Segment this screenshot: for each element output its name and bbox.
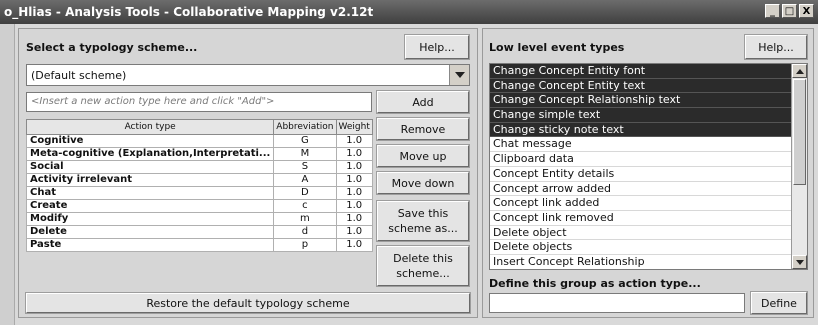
abbreviation-cell[interactable]: m xyxy=(273,212,337,226)
typology-heading: Select a typology scheme... xyxy=(26,41,198,54)
weight-cell[interactable]: 1.0 xyxy=(335,212,373,226)
action-type-cell[interactable]: Activity irrelevant xyxy=(25,173,275,187)
list-item[interactable]: Concept link removed xyxy=(490,211,791,226)
column-header-action-type[interactable]: Action type xyxy=(25,119,275,135)
list-item[interactable]: Concept arrow added xyxy=(490,182,791,197)
abbreviation-cell[interactable]: D xyxy=(273,186,337,200)
table-row[interactable]: Activity irrelevant A 1.0 xyxy=(25,173,373,187)
minimize-button[interactable]: _ xyxy=(765,4,780,18)
action-type-cell[interactable]: Modify xyxy=(25,212,275,226)
define-action-type-input[interactable] xyxy=(489,293,745,313)
list-item[interactable]: Chat message xyxy=(490,137,791,153)
list-item[interactable]: Clipboard data xyxy=(490,152,791,167)
list-item[interactable]: Change Concept Entity font xyxy=(490,64,791,79)
title-bar: o_Hlias - Analysis Tools - Collaborative… xyxy=(0,0,818,24)
typology-panel: Select a typology scheme... Help... (Def… xyxy=(18,28,478,318)
list-item[interactable]: Delete objects xyxy=(490,240,791,255)
action-type-cell[interactable]: Social xyxy=(25,160,275,174)
list-item[interactable]: Insert Concept Relationship xyxy=(490,255,791,269)
new-action-input[interactable]: <Insert a new action type here and click… xyxy=(26,92,372,112)
define-group-heading: Define this group as action type... xyxy=(489,277,701,290)
action-type-cell[interactable]: Delete xyxy=(25,225,275,239)
action-type-cell[interactable]: Paste xyxy=(25,238,275,252)
scroll-down-icon[interactable] xyxy=(792,255,807,269)
table-row[interactable]: Chat D 1.0 xyxy=(25,186,373,200)
list-item[interactable]: Concept Entity details xyxy=(490,167,791,182)
action-types-table: Action type Abbreviation Weight Cognitiv… xyxy=(25,119,373,252)
abbreviation-cell[interactable]: G xyxy=(273,134,337,148)
weight-cell[interactable]: 1.0 xyxy=(335,199,373,213)
event-types-help-button[interactable]: Help... xyxy=(744,34,808,60)
weight-cell[interactable]: 1.0 xyxy=(335,160,373,174)
restore-default-scheme-button[interactable]: Restore the default typology scheme xyxy=(25,292,471,314)
column-header-weight[interactable]: Weight xyxy=(335,119,373,135)
table-row[interactable]: Cognitive G 1.0 xyxy=(25,134,373,148)
list-item[interactable]: Change sticky note text xyxy=(490,122,791,138)
weight-cell[interactable]: 1.0 xyxy=(335,225,373,239)
list-item[interactable]: Change simple text xyxy=(490,108,791,123)
abbreviation-cell[interactable]: c xyxy=(273,199,337,213)
table-row[interactable]: Delete d 1.0 xyxy=(25,225,373,239)
list-item[interactable]: Change Concept Relationship text xyxy=(490,93,791,109)
list-item[interactable]: Delete object xyxy=(490,226,791,241)
list-item[interactable]: Change Concept Entity text xyxy=(490,78,791,94)
weight-cell[interactable]: 1.0 xyxy=(335,173,373,187)
table-row[interactable]: Create c 1.0 xyxy=(25,199,373,213)
application-window: o_Hlias - Analysis Tools - Collaborative… xyxy=(0,0,818,325)
typology-help-button[interactable]: Help... xyxy=(404,34,470,60)
abbreviation-cell[interactable]: p xyxy=(273,238,337,252)
action-type-cell[interactable]: Cognitive xyxy=(25,134,275,148)
event-types-list[interactable]: Change Concept Entity font Change Concept… xyxy=(489,63,808,270)
table-row[interactable]: Social S 1.0 xyxy=(25,160,373,174)
action-type-cell[interactable]: Create xyxy=(25,199,275,213)
event-list-scrollbar[interactable] xyxy=(791,64,807,269)
scheme-select[interactable]: (Default scheme) xyxy=(26,64,470,86)
delete-scheme-button[interactable]: Delete this scheme... xyxy=(376,245,470,287)
event-types-heading: Low level event types xyxy=(489,41,625,54)
chevron-down-icon[interactable] xyxy=(449,65,469,85)
move-down-button[interactable]: Move down xyxy=(376,171,470,195)
scroll-up-icon[interactable] xyxy=(792,64,807,78)
close-button[interactable]: X xyxy=(799,4,814,18)
action-type-cell[interactable]: Meta-cognitive (Explanation,Interpretati… xyxy=(25,147,275,161)
weight-cell[interactable]: 1.0 xyxy=(335,238,373,252)
table-row[interactable]: Paste p 1.0 xyxy=(25,238,373,252)
window-title: o_Hlias - Analysis Tools - Collaborative… xyxy=(4,5,374,19)
weight-cell[interactable]: 1.0 xyxy=(335,186,373,200)
scheme-select-value: (Default scheme) xyxy=(31,69,127,82)
remove-button[interactable]: Remove xyxy=(376,117,470,141)
column-header-abbreviation[interactable]: Abbreviation xyxy=(273,119,337,135)
action-type-cell[interactable]: Chat xyxy=(25,186,275,200)
define-button[interactable]: Define xyxy=(750,291,808,315)
move-up-button[interactable]: Move up xyxy=(376,144,470,168)
weight-cell[interactable]: 1.0 xyxy=(335,147,373,161)
abbreviation-cell[interactable]: S xyxy=(273,160,337,174)
maximize-button[interactable]: □ xyxy=(782,4,797,18)
scroll-thumb[interactable] xyxy=(793,79,806,185)
table-row[interactable]: Meta-cognitive (Explanation,Interpretati… xyxy=(25,147,373,161)
abbreviation-cell[interactable]: d xyxy=(273,225,337,239)
left-edge-strip xyxy=(0,24,15,325)
abbreviation-cell[interactable]: A xyxy=(273,173,337,187)
table-row[interactable]: Modify m 1.0 xyxy=(25,212,373,226)
list-item[interactable]: Concept link added xyxy=(490,196,791,211)
abbreviation-cell[interactable]: M xyxy=(273,147,337,161)
event-types-panel: Low level event types Help... Change Con… xyxy=(482,28,814,318)
add-button[interactable]: Add xyxy=(376,90,470,114)
save-scheme-as-button[interactable]: Save this scheme as... xyxy=(376,200,470,242)
weight-cell[interactable]: 1.0 xyxy=(335,134,373,148)
